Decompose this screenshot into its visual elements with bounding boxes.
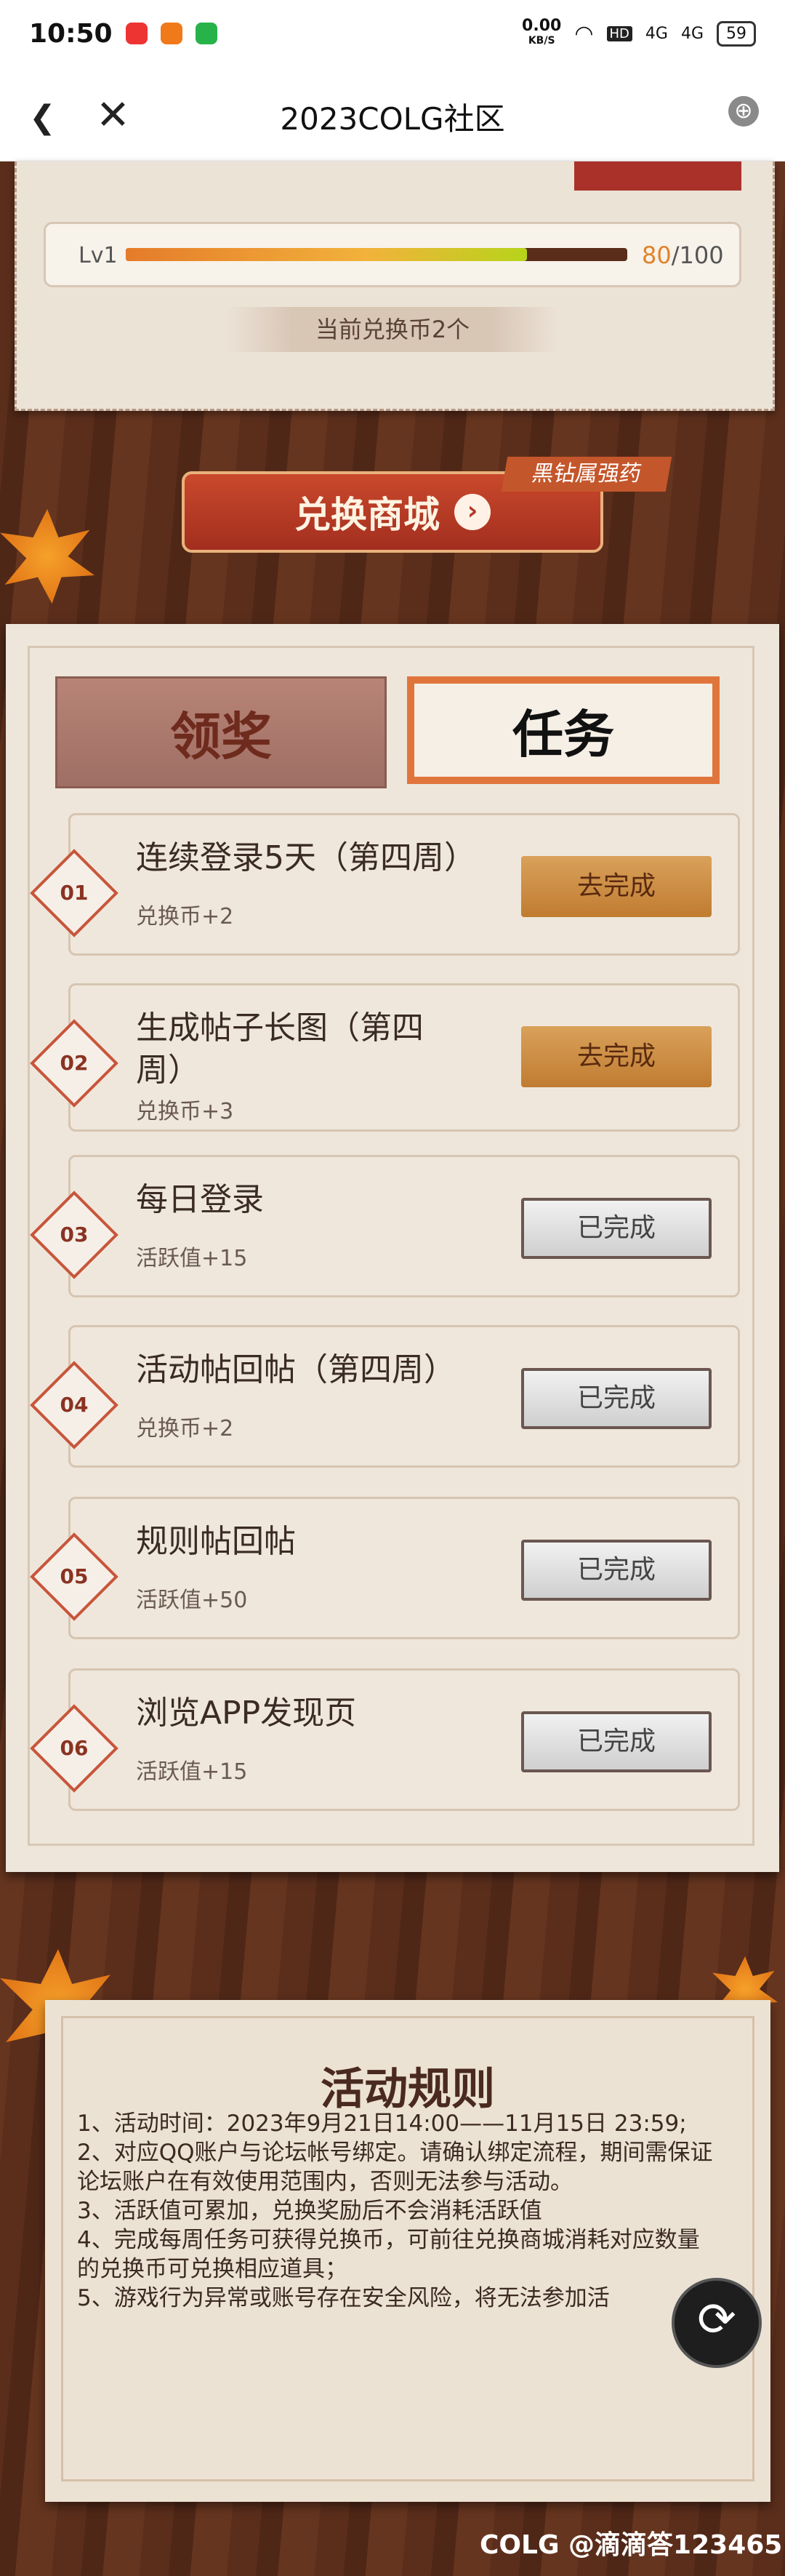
game-app-icon xyxy=(160,23,182,44)
task-number: 01 xyxy=(60,881,89,905)
signal-icon-2: 4G xyxy=(680,24,704,43)
rules-panel: 活动规则 1、活动时间：2023年9月21日14:00——11月15日 23:5… xyxy=(45,2000,770,2502)
level-max: /100 xyxy=(671,241,724,269)
task-number: 02 xyxy=(60,1051,89,1075)
task-reward: 活跃值+50 xyxy=(136,1588,248,1613)
shop-tag: 黑钻属强药 xyxy=(501,457,672,492)
task-name: 每日登录 xyxy=(136,1181,264,1218)
completed-button: 已完成 xyxy=(521,1368,712,1429)
arrow-right-icon: › xyxy=(454,494,491,530)
go-complete-button[interactable]: 去完成 xyxy=(521,1026,712,1087)
task-item: 05 规则帖回帖 活跃值+50 已完成 xyxy=(30,1497,740,1639)
completed-button: 已完成 xyxy=(521,1540,712,1601)
completed-button: 已完成 xyxy=(521,1198,712,1259)
task-name: 活动帖回帖（第四周） xyxy=(136,1351,456,1388)
wifi-icon: ◠ xyxy=(574,20,594,47)
level-current: 80 xyxy=(642,241,672,269)
clock: 10:50 xyxy=(29,18,113,49)
go-complete-button[interactable]: 去完成 xyxy=(521,856,712,917)
task-number: 05 xyxy=(60,1564,89,1588)
completed-button: 已完成 xyxy=(521,1711,712,1772)
task-reward: 活跃值+15 xyxy=(136,1246,248,1271)
rules-title: 活动规则 xyxy=(321,2064,495,2115)
task-reward: 兑换币+2 xyxy=(136,1416,234,1441)
task-item: 06 浏览APP发现页 活跃值+15 已完成 xyxy=(30,1668,740,1811)
status-bar: 10:50 0.00 KB/S ◠ HD 4G 4G 59 xyxy=(0,0,785,67)
tab-task[interactable]: 任务 xyxy=(407,676,720,784)
refresh-icon[interactable]: ⟳ xyxy=(672,2278,762,2368)
task-reward: 兑换币+2 xyxy=(136,904,234,929)
rule-item: 5、游戏行为异常或账号存在安全风险，将无法参加活 xyxy=(77,2285,610,2311)
level-track xyxy=(126,248,627,261)
task-reward: 兑换币+3 xyxy=(136,1099,234,1124)
hd-badge: HD xyxy=(606,25,632,41)
rules-list: 1、活动时间：2023年9月21日14:00——11月15日 23:59; 2、… xyxy=(77,2109,717,2313)
task-item: 01 连续登录5天（第四周） 兑换币+2 去完成 xyxy=(30,813,740,956)
nav-bar: ❮ ✕ 2023COLG社区 ⊕ xyxy=(0,67,785,161)
task-item: 03 每日登录 活跃值+15 已完成 xyxy=(30,1155,740,1297)
rule-item: 2、对应QQ账户与论坛帐号绑定。请确认绑定流程，期间需保证论坛账户在有效使用范围… xyxy=(77,2140,713,2195)
battery-icon: 59 xyxy=(717,20,756,47)
task-item: 04 活动帖回帖（第四周） 兑换币+2 已完成 xyxy=(30,1325,740,1468)
network-speed: 0.00 KB/S xyxy=(522,17,562,48)
level-label: Lv1 xyxy=(78,243,118,268)
status-time-group: 10:50 xyxy=(29,19,217,49)
coin-count: 当前兑换币2个 xyxy=(225,307,560,352)
location-app-icon xyxy=(125,23,148,44)
status-indicators: 0.00 KB/S ◠ HD 4G 4G 59 xyxy=(522,17,756,48)
rule-item: 3、活跃值可累加，兑换奖励后不会消耗活跃值 xyxy=(77,2198,542,2224)
message-app-icon xyxy=(195,23,217,44)
watermark: COLG @滴滴答123465 xyxy=(480,2530,783,2560)
speed-value: 0.00 xyxy=(522,17,562,35)
globe-icon[interactable]: ⊕ xyxy=(728,96,759,127)
tab-reward[interactable]: 领奖 xyxy=(55,676,387,788)
exchange-shop-label: 兑换商城 xyxy=(294,494,440,536)
task-name: 浏览APP发现页 xyxy=(136,1695,357,1732)
task-name: 连续登录5天（第四周） xyxy=(136,839,476,876)
task-reward: 活跃值+15 xyxy=(136,1759,248,1785)
signal-icon-1: 4G xyxy=(645,24,668,43)
red-banner-edge xyxy=(574,161,741,191)
task-number: 04 xyxy=(60,1393,89,1417)
page-title: 2023COLG社区 xyxy=(280,101,505,137)
task-item: 02 生成帖子长图（第四周） 兑换币+3 去完成 xyxy=(30,983,740,1132)
level-count: 80/100 xyxy=(642,241,724,269)
task-number: 06 xyxy=(60,1736,89,1760)
task-name: 生成帖子长图（第四周） xyxy=(136,1009,424,1089)
rule-item: 1、活动时间：2023年9月21日14:00——11月15日 23:59; xyxy=(77,2111,687,2137)
rule-item: 4、完成每周任务可获得兑换币，可前往兑换商城消耗对应数量的兑换币可兑换相应道具； xyxy=(77,2227,700,2282)
speed-unit: KB/S xyxy=(528,35,555,47)
task-name: 规则帖回帖 xyxy=(136,1523,296,1560)
level-bar: Lv1 80/100 xyxy=(44,222,741,287)
level-fill xyxy=(126,248,527,261)
task-number: 03 xyxy=(60,1223,89,1247)
